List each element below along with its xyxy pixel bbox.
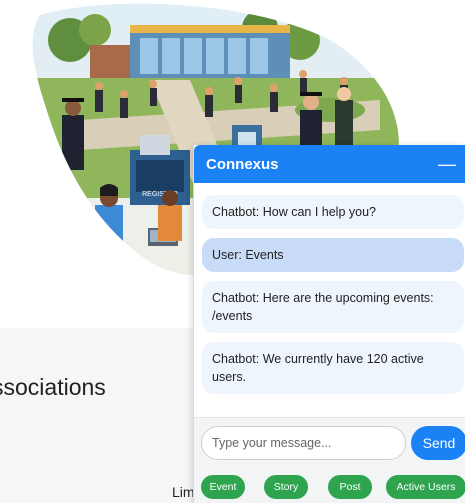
quick-actions: Event Story Post Active Users [201,475,465,501]
send-button[interactable]: Send [411,426,465,460]
footer-text: Lim [172,484,195,500]
chat-message: Chatbot: We currently have 120 active us… [202,342,464,394]
message-input[interactable] [201,426,406,460]
message-list: Chatbot: How can I help you? User: Event… [194,183,465,415]
chat-input-area: Send Event Story Post Active Users [194,417,465,503]
section-heading: ssociations [0,374,106,400]
page: REGISTER ssociations Lim Connexus — Chat… [0,0,465,503]
story-button[interactable]: Story [264,475,308,499]
chat-header: Connexus — [194,145,465,183]
chat-message: Chatbot: How can I help you? [202,195,464,229]
post-button[interactable]: Post [328,475,372,499]
chat-widget: Connexus — Chatbot: How can I help you? … [193,145,465,503]
chat-message: Chatbot: Here are the upcoming events: /… [202,281,464,333]
active-users-button[interactable]: Active Users [386,475,465,499]
chat-title: Connexus [206,155,279,173]
chat-message: User: Events [202,238,464,272]
minimize-button[interactable]: — [436,155,458,173]
event-button[interactable]: Event [201,475,245,499]
